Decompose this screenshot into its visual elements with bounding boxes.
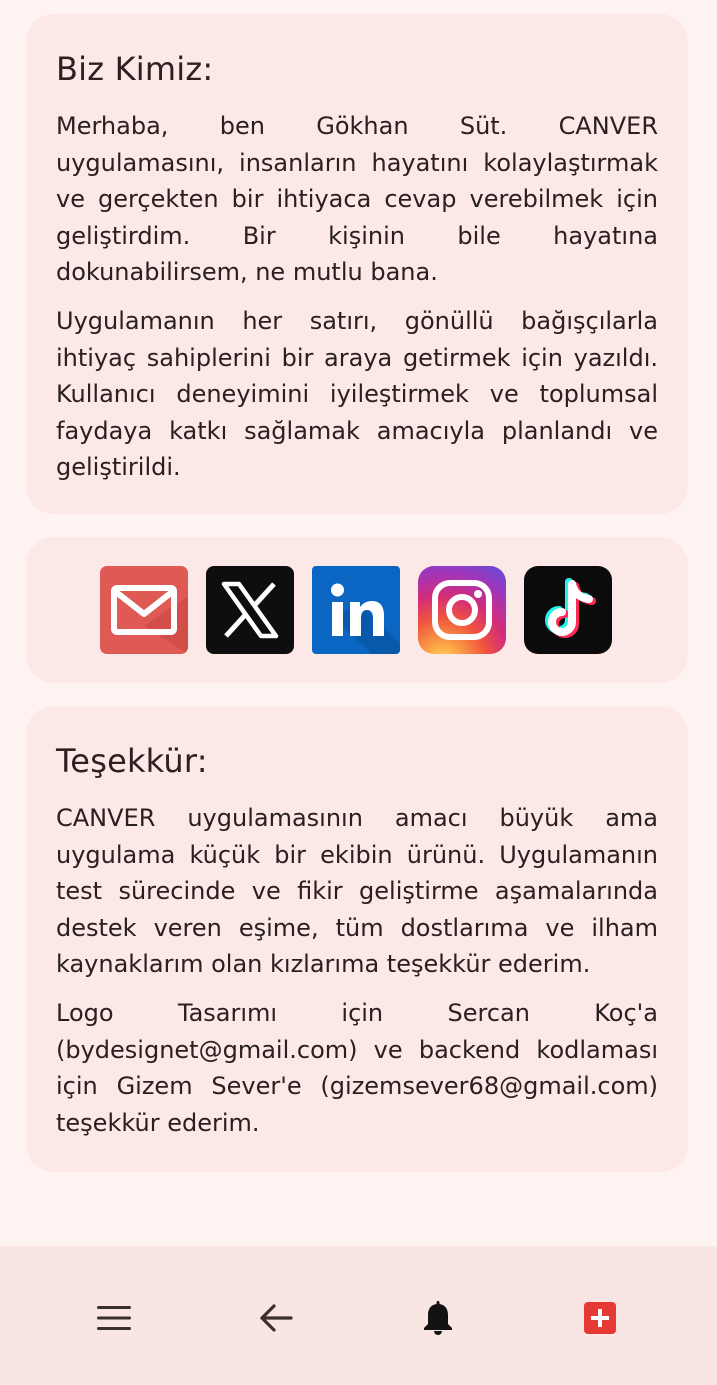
add-button[interactable] bbox=[576, 1294, 624, 1342]
menu-button[interactable] bbox=[90, 1294, 138, 1342]
linkedin-button[interactable] bbox=[312, 566, 400, 654]
thanks-title: Teşekkür: bbox=[56, 742, 208, 780]
x-icon bbox=[221, 581, 279, 639]
tiktok-icon bbox=[545, 578, 596, 638]
bottom-navigation bbox=[0, 1246, 717, 1385]
thanks-paragraph-2: Logo Tasarımı için Sercan Koç'a (bydesig… bbox=[56, 998, 658, 1137]
mail-button[interactable] bbox=[100, 566, 188, 654]
instagram-icon bbox=[432, 580, 492, 640]
linkedin-icon bbox=[331, 583, 400, 654]
x-button[interactable] bbox=[206, 566, 294, 654]
about-title: Biz Kimiz: bbox=[56, 50, 214, 88]
tiktok-button[interactable] bbox=[524, 566, 612, 654]
notifications-button[interactable] bbox=[414, 1294, 462, 1342]
bell-icon bbox=[424, 1301, 452, 1335]
about-card: Biz Kimiz: Merhaba, ben Gökhan Süt. CANV… bbox=[26, 14, 688, 514]
about-paragraph-2: Uygulamanın her satırı, gönüllü bağışçıl… bbox=[56, 306, 658, 482]
instagram-button[interactable] bbox=[418, 566, 506, 654]
social-links bbox=[100, 566, 612, 654]
thanks-paragraph-1: CANVER uygulamasının amacı büyük ama uyg… bbox=[56, 804, 658, 979]
about-paragraph-1: Merhaba, ben Gökhan Süt. CANVER uygulama… bbox=[56, 112, 658, 287]
thanks-card: Teşekkür: CANVER uygulamasının amacı büy… bbox=[26, 706, 688, 1172]
menu-icon bbox=[97, 1306, 131, 1330]
back-arrow-icon bbox=[260, 1304, 293, 1332]
add-icon bbox=[584, 1302, 616, 1334]
mail-icon bbox=[111, 585, 188, 654]
social-card bbox=[26, 537, 688, 683]
back-button[interactable] bbox=[252, 1294, 300, 1342]
